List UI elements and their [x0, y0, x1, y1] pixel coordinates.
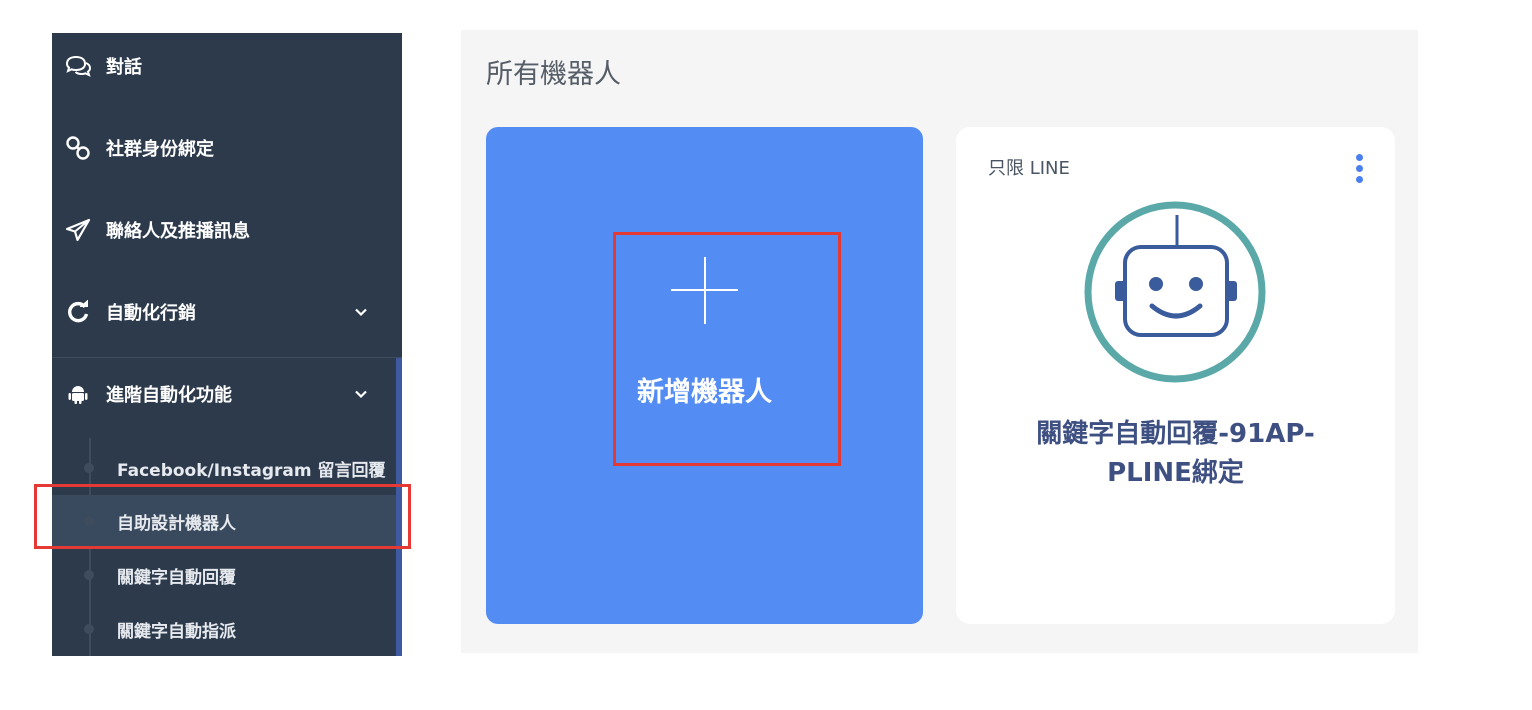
- bot-card[interactable]: 只限 LINE 關鍵字自動回覆-91AP- PLINE綁定: [956, 127, 1395, 624]
- more-options-icon[interactable]: [1352, 154, 1368, 186]
- sidebar-item-label: 社群身份綁定: [106, 139, 214, 160]
- chat-bubbles-icon: [64, 52, 92, 80]
- sidebar-item-conversations[interactable]: 對話: [52, 33, 402, 107]
- add-bot-card[interactable]: 新增機器人: [486, 127, 923, 624]
- paper-plane-icon: [64, 216, 92, 244]
- sidebar-item-contacts-broadcast[interactable]: 聯絡人及推播訊息: [52, 189, 402, 271]
- highlight-box-add-bot: [613, 232, 841, 466]
- submenu-item-label: 關鍵字自動指派: [117, 621, 236, 642]
- robot-face-icon: [1080, 197, 1270, 387]
- submenu-item-label: 關鍵字自動回覆: [117, 567, 236, 588]
- highlight-box-sidebar: [34, 484, 411, 549]
- link-icon: [64, 134, 92, 162]
- bots-panel: 所有機器人 新增機器人 只限 LINE 關鍵字自動回覆-91AP- PLINE綁…: [461, 30, 1418, 653]
- sidebar-item-automation-marketing[interactable]: 自動化行銷: [52, 271, 402, 353]
- sidebar: 對話 社群身份綁定 聯絡人及推播訊息 自動化行銷 進階自動化功能 Faceboo…: [52, 33, 402, 656]
- sidebar-item-label: 自動化行銷: [106, 303, 196, 324]
- sidebar-item-label: 對話: [106, 57, 142, 78]
- refresh-icon: [64, 298, 92, 326]
- sidebar-item-social-binding[interactable]: 社群身份綁定: [52, 107, 402, 189]
- page-title: 所有機器人: [486, 59, 621, 90]
- sidebar-item-label: 進階自動化功能: [106, 385, 232, 406]
- bot-name: 關鍵字自動回覆-91AP- PLINE綁定: [1036, 419, 1315, 488]
- submenu-item-keyword-auto-assign[interactable]: 關鍵字自動指派: [52, 603, 396, 655]
- bot-channel-label: 只限 LINE: [988, 158, 1070, 179]
- android-icon: [64, 380, 92, 408]
- tree-node-dot: [84, 463, 94, 473]
- sidebar-item-label: 聯絡人及推播訊息: [106, 221, 250, 242]
- chevron-down-icon: [354, 302, 368, 323]
- submenu-item-keyword-auto-reply[interactable]: 關鍵字自動回覆: [52, 549, 396, 601]
- submenu-item-label: Facebook/Instagram 留言回覆: [117, 460, 386, 481]
- sidebar-item-advanced-automation[interactable]: 進階自動化功能: [52, 353, 402, 435]
- tree-node-dot: [84, 624, 94, 634]
- chevron-down-icon: [354, 384, 368, 405]
- tree-node-dot: [84, 570, 94, 580]
